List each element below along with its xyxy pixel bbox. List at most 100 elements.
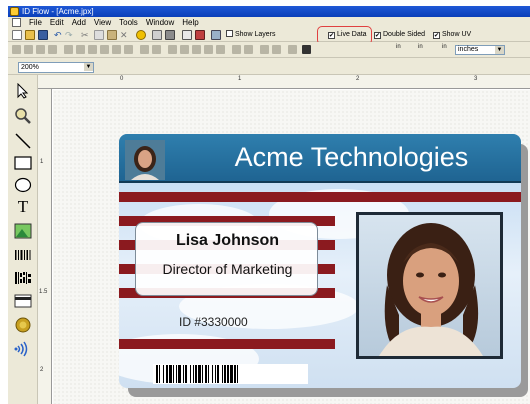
document-icon[interactable] bbox=[12, 18, 21, 27]
position-icon[interactable] bbox=[302, 45, 311, 54]
menu-file[interactable]: File bbox=[29, 17, 42, 28]
show-uv-checkbox[interactable]: ✔ bbox=[433, 32, 440, 39]
rfid-icon bbox=[14, 341, 28, 357]
grid-icon[interactable] bbox=[272, 45, 281, 54]
order-icon[interactable] bbox=[48, 45, 57, 54]
align-middle-icon[interactable] bbox=[112, 45, 121, 54]
zoom-dropdown[interactable]: 200% ▼ bbox=[18, 62, 94, 73]
person-name[interactable]: Lisa Johnson bbox=[136, 232, 319, 250]
rfid-tool[interactable] bbox=[13, 339, 33, 359]
arrange-icon[interactable] bbox=[288, 45, 297, 54]
print-icon[interactable] bbox=[165, 30, 175, 40]
align-icon[interactable] bbox=[12, 45, 21, 54]
barcode-bar bbox=[222, 365, 223, 383]
database-icon[interactable] bbox=[136, 30, 146, 40]
layout-icon[interactable] bbox=[211, 30, 221, 40]
chevron-down-icon[interactable]: ▼ bbox=[84, 63, 93, 71]
ruler-mark: 2 bbox=[356, 76, 360, 82]
center-h-icon[interactable] bbox=[168, 45, 177, 54]
menu-tools[interactable]: Tools bbox=[119, 17, 138, 28]
same-height-icon[interactable] bbox=[204, 45, 213, 54]
card-front-icon[interactable] bbox=[182, 30, 192, 40]
menu-help[interactable]: Help bbox=[182, 17, 198, 28]
new-file-icon[interactable] bbox=[12, 30, 22, 40]
cut-icon[interactable]: ✂ bbox=[81, 30, 91, 40]
space-down-icon[interactable] bbox=[244, 45, 253, 54]
menu-add[interactable]: Add bbox=[72, 17, 86, 28]
magstripe-tool[interactable] bbox=[13, 291, 33, 311]
company-name[interactable]: Acme Technologies bbox=[189, 141, 514, 173]
ungroup-icon[interactable] bbox=[36, 45, 45, 54]
portrait-photo[interactable] bbox=[359, 215, 500, 356]
barcode-bar bbox=[230, 365, 233, 383]
show-layers-checkbox[interactable] bbox=[226, 30, 233, 37]
person-title[interactable]: Director of Marketing bbox=[136, 261, 319, 277]
window-title-bar[interactable]: ID Flow - [Acme.jpx] bbox=[8, 6, 530, 17]
app-icon bbox=[10, 7, 19, 16]
center-v-icon[interactable] bbox=[180, 45, 189, 54]
image-tool[interactable] bbox=[13, 221, 33, 241]
barcode-bar bbox=[193, 365, 194, 383]
double-sided-checkbox[interactable]: ✔ bbox=[374, 32, 381, 39]
align-right-icon[interactable] bbox=[88, 45, 97, 54]
name-panel[interactable]: Lisa Johnson Director of Marketing bbox=[135, 222, 318, 296]
units-dropdown[interactable]: inches ▼ bbox=[455, 45, 505, 55]
barcode-bar bbox=[185, 365, 187, 383]
chevron-down-icon[interactable]: ▼ bbox=[495, 46, 504, 54]
copy-icon[interactable] bbox=[94, 30, 104, 40]
space-across-icon[interactable] bbox=[232, 45, 241, 54]
double-sided-toggle[interactable]: ✔ Double Sided bbox=[374, 30, 425, 40]
pointer-tool[interactable] bbox=[13, 81, 33, 101]
barcode-bar bbox=[215, 365, 216, 383]
menu-bar: File Edit Add View Tools Window Help bbox=[8, 17, 530, 28]
distribute-h-icon[interactable] bbox=[140, 45, 149, 54]
undo-icon[interactable]: ↶ bbox=[54, 30, 64, 40]
horizontal-ruler: 0 1 2 3 bbox=[38, 75, 530, 89]
card-header[interactable]: Acme Technologies bbox=[119, 134, 521, 181]
smartcard-tool[interactable] bbox=[13, 315, 33, 335]
card-back-icon[interactable] bbox=[195, 30, 205, 40]
barcode-bar bbox=[202, 365, 203, 383]
redo-icon[interactable]: ↷ bbox=[65, 30, 75, 40]
show-layers-label: Show Layers bbox=[235, 31, 276, 38]
same-width-icon[interactable] bbox=[192, 45, 201, 54]
barcode-tool[interactable] bbox=[13, 245, 33, 265]
ellipse-tool[interactable] bbox=[13, 175, 33, 195]
line-tool[interactable] bbox=[13, 131, 33, 151]
show-layers-toggle[interactable]: Show Layers bbox=[226, 30, 275, 40]
2d-barcode-tool[interactable] bbox=[13, 268, 33, 288]
header-photo[interactable] bbox=[125, 140, 165, 180]
align-center-icon[interactable] bbox=[76, 45, 85, 54]
card-barcode[interactable] bbox=[153, 364, 308, 384]
ruler-mark: 1.5 bbox=[39, 289, 48, 295]
id-number[interactable]: ID #3330000 bbox=[179, 315, 248, 329]
red-stripe bbox=[119, 192, 521, 202]
zoom-tool[interactable] bbox=[13, 106, 33, 126]
print-preview-icon[interactable] bbox=[152, 30, 162, 40]
photo-frame[interactable] bbox=[356, 212, 503, 359]
align-left-icon[interactable] bbox=[64, 45, 73, 54]
snap-grid-icon[interactable] bbox=[260, 45, 269, 54]
id-card[interactable]: Acme Technologies Lisa Johnson Director … bbox=[119, 134, 521, 388]
open-folder-icon[interactable] bbox=[25, 30, 35, 40]
person-thumbnail-icon bbox=[131, 146, 159, 180]
tool-palette: T bbox=[8, 75, 38, 404]
barcode-bar bbox=[237, 365, 238, 383]
same-size-icon[interactable] bbox=[216, 45, 225, 54]
align-top-icon[interactable] bbox=[100, 45, 109, 54]
align-bottom-icon[interactable] bbox=[124, 45, 133, 54]
distribute-v-icon[interactable] bbox=[152, 45, 161, 54]
show-uv-toggle[interactable]: ✔ Show UV bbox=[433, 30, 471, 40]
ruler-mark: 1 bbox=[238, 76, 242, 82]
show-uv-label: Show UV bbox=[442, 31, 472, 38]
menu-edit[interactable]: Edit bbox=[50, 17, 64, 28]
delete-icon[interactable]: ✕ bbox=[120, 30, 130, 40]
menu-window[interactable]: Window bbox=[146, 17, 174, 28]
group-icon[interactable] bbox=[24, 45, 33, 54]
save-icon[interactable] bbox=[38, 30, 48, 40]
paste-icon[interactable] bbox=[107, 30, 117, 40]
rectangle-tool[interactable] bbox=[13, 153, 33, 173]
text-tool[interactable]: T bbox=[13, 197, 33, 217]
barcode-bar bbox=[163, 365, 164, 383]
menu-view[interactable]: View bbox=[94, 17, 111, 28]
